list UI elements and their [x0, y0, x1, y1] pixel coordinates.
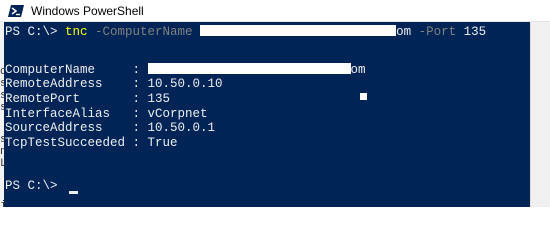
- output-value: 135: [147, 92, 171, 106]
- output-label: RemotePort: [5, 92, 133, 106]
- output-row-remoteport: RemotePort : 135: [5, 92, 170, 107]
- cmdlet-name: tnc: [65, 25, 88, 39]
- hostname-suffix: om: [350, 63, 366, 77]
- output-row-tcptestsucceeded: TcpTestSucceeded : True: [5, 136, 178, 151]
- redacted-hostname: [200, 25, 397, 36]
- command-line: PS C:\> tnc -ComputerName om -Port 135: [5, 25, 486, 40]
- stray-block: [360, 93, 367, 100]
- prompt: PS C:\>: [5, 179, 66, 193]
- output-separator: :: [132, 92, 148, 106]
- output-separator: :: [132, 121, 148, 135]
- parameter-computername: -ComputerName: [87, 25, 201, 39]
- output-value: True: [147, 136, 178, 150]
- powershell-window: Windows PowerShell c s s s s n L i PS C:…: [0, 0, 550, 207]
- prompt: PS C:\>: [5, 25, 66, 39]
- hostname-suffix: om: [396, 25, 412, 39]
- powershell-icon: [8, 5, 24, 17]
- text-cursor: [69, 191, 78, 194]
- output-row-remoteaddress: RemoteAddress : 10.50.0.10: [5, 77, 223, 92]
- output-label: SourceAddress: [5, 121, 133, 135]
- output-value: 10.50.0.1: [147, 121, 216, 135]
- output-separator: :: [132, 136, 148, 150]
- output-row-interfacealias: InterfaceAlias : vCorpnet: [5, 107, 208, 122]
- output-separator: :: [132, 63, 148, 77]
- console-area[interactable]: PS C:\> tnc -ComputerName om -Port 135 C…: [4, 22, 530, 207]
- output-value: vCorpnet: [147, 107, 208, 121]
- output-label: TcpTestSucceeded: [5, 136, 133, 150]
- prompt-line: PS C:\>: [5, 179, 65, 194]
- output-label: ComputerName: [5, 63, 133, 77]
- output-separator: :: [132, 77, 148, 91]
- output-separator: :: [132, 107, 148, 121]
- title-bar[interactable]: Windows PowerShell: [0, 0, 550, 22]
- output-row-sourceaddress: SourceAddress : 10.50.0.1: [5, 121, 215, 136]
- window-title: Windows PowerShell: [31, 4, 144, 18]
- output-label: InterfaceAlias: [5, 107, 133, 121]
- output-label: RemoteAddress: [5, 77, 133, 91]
- parameter-port: -Port: [411, 25, 464, 39]
- redacted-hostname: [147, 63, 351, 74]
- port-argument: 135: [463, 25, 487, 39]
- vertical-scrollbar[interactable]: [530, 22, 550, 207]
- output-value: 10.50.0.10: [147, 77, 223, 91]
- output-row-computername: ComputerName : om: [5, 63, 366, 78]
